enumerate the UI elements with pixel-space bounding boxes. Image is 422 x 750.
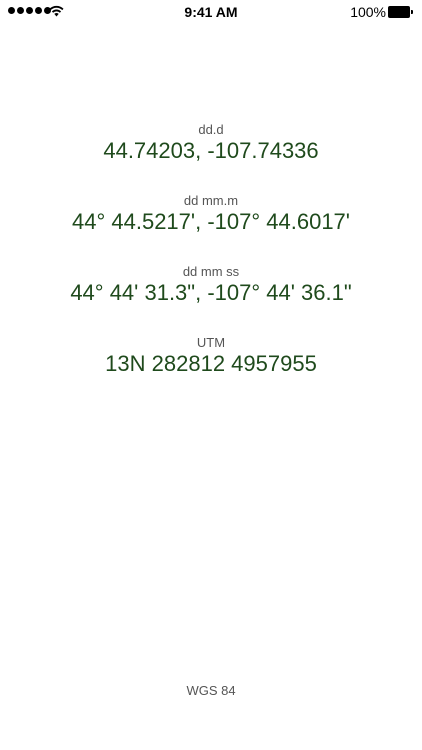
status-bar: 9:41 AM 100% [0,0,422,24]
battery-percent: 100% [350,4,386,20]
coordinate-format-label: dd mm.m [183,193,239,208]
coordinate-format-label: UTM [196,335,226,350]
coordinate-utm: UTM 13N 282812 4957955 [0,335,422,378]
coordinate-format-label: dd mm ss [182,264,240,279]
coordinate-value[interactable]: 44° 44' 31.3", -107° 44' 36.1" [0,279,422,307]
coordinate-ddmm: dd mm.m 44° 44.5217', -107° 44.6017' [0,193,422,236]
coordinate-value[interactable]: 13N 282812 4957955 [0,350,422,378]
battery-icon [388,6,414,18]
datum-label: WGS 84 [186,683,236,698]
coordinate-ddd: dd.d 44.74203, -107.74336 [0,122,422,165]
coordinate-value[interactable]: 44° 44.5217', -107° 44.6017' [0,208,422,236]
coordinate-ddmmss: dd mm ss 44° 44' 31.3", -107° 44' 36.1" [0,264,422,307]
coordinate-format-label: dd.d [198,122,224,137]
coordinate-value[interactable]: 44.74203, -107.74336 [0,137,422,165]
